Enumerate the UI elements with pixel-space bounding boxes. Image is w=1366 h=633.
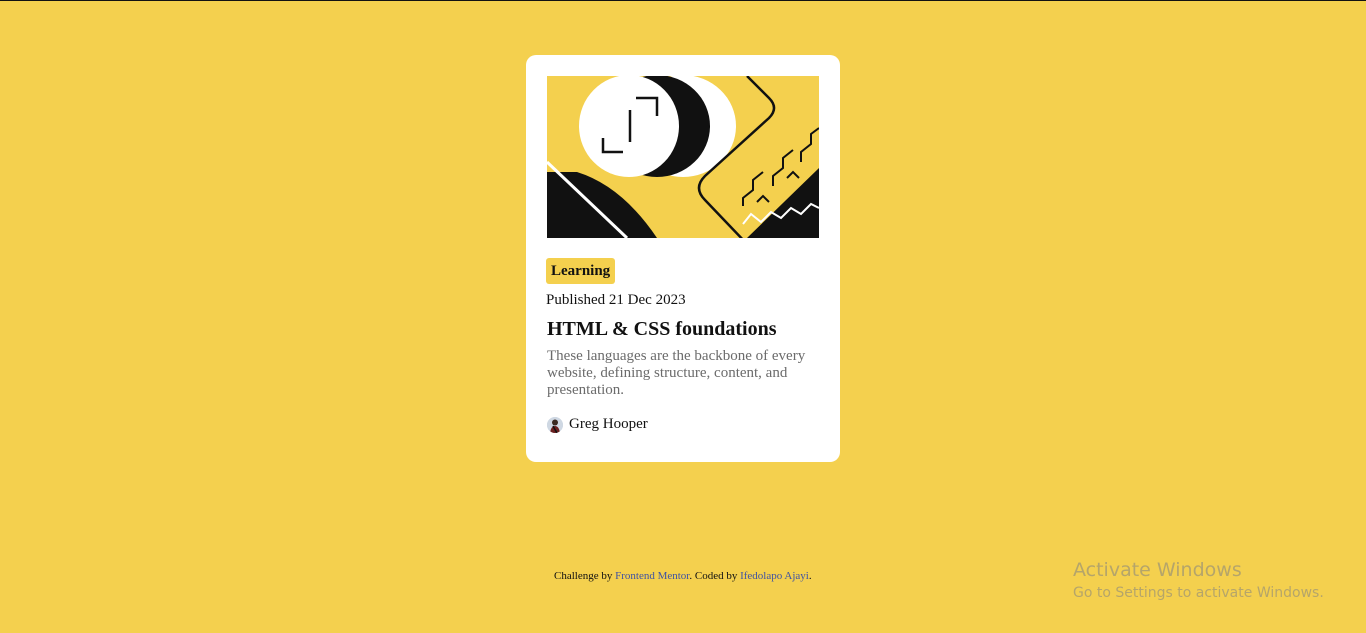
category-tag: Learning bbox=[546, 258, 616, 284]
watermark-title: Activate Windows bbox=[1073, 559, 1242, 581]
activate-windows-watermark: Activate Windows Go to Settings to activ… bbox=[1073, 558, 1324, 604]
author-link[interactable]: Ifedolapo Ajayi bbox=[740, 570, 809, 582]
card-title[interactable]: HTML & CSS foundations bbox=[547, 318, 777, 341]
frontend-mentor-link[interactable]: Frontend Mentor bbox=[615, 570, 689, 582]
blog-preview-card: Learning Published 21 Dec 2023 HTML & CS… bbox=[526, 55, 840, 462]
author: Greg Hooper bbox=[547, 416, 648, 433]
avatar bbox=[547, 416, 563, 433]
watermark-subtitle: Go to Settings to activate Windows. bbox=[1073, 585, 1324, 601]
card-description: These languages are the backbone of ever… bbox=[547, 348, 806, 398]
attribution: Challenge by Frontend Mentor. Coded by I… bbox=[554, 570, 812, 582]
attribution-middle: . Coded by bbox=[689, 570, 741, 582]
author-name: Greg Hooper bbox=[569, 416, 648, 432]
top-border bbox=[0, 0, 1366, 1]
published-date: Published 21 Dec 2023 bbox=[546, 292, 686, 308]
hero-illustration bbox=[547, 76, 819, 238]
attribution-suffix: . bbox=[808, 570, 812, 582]
attribution-prefix: Challenge by bbox=[554, 570, 616, 582]
